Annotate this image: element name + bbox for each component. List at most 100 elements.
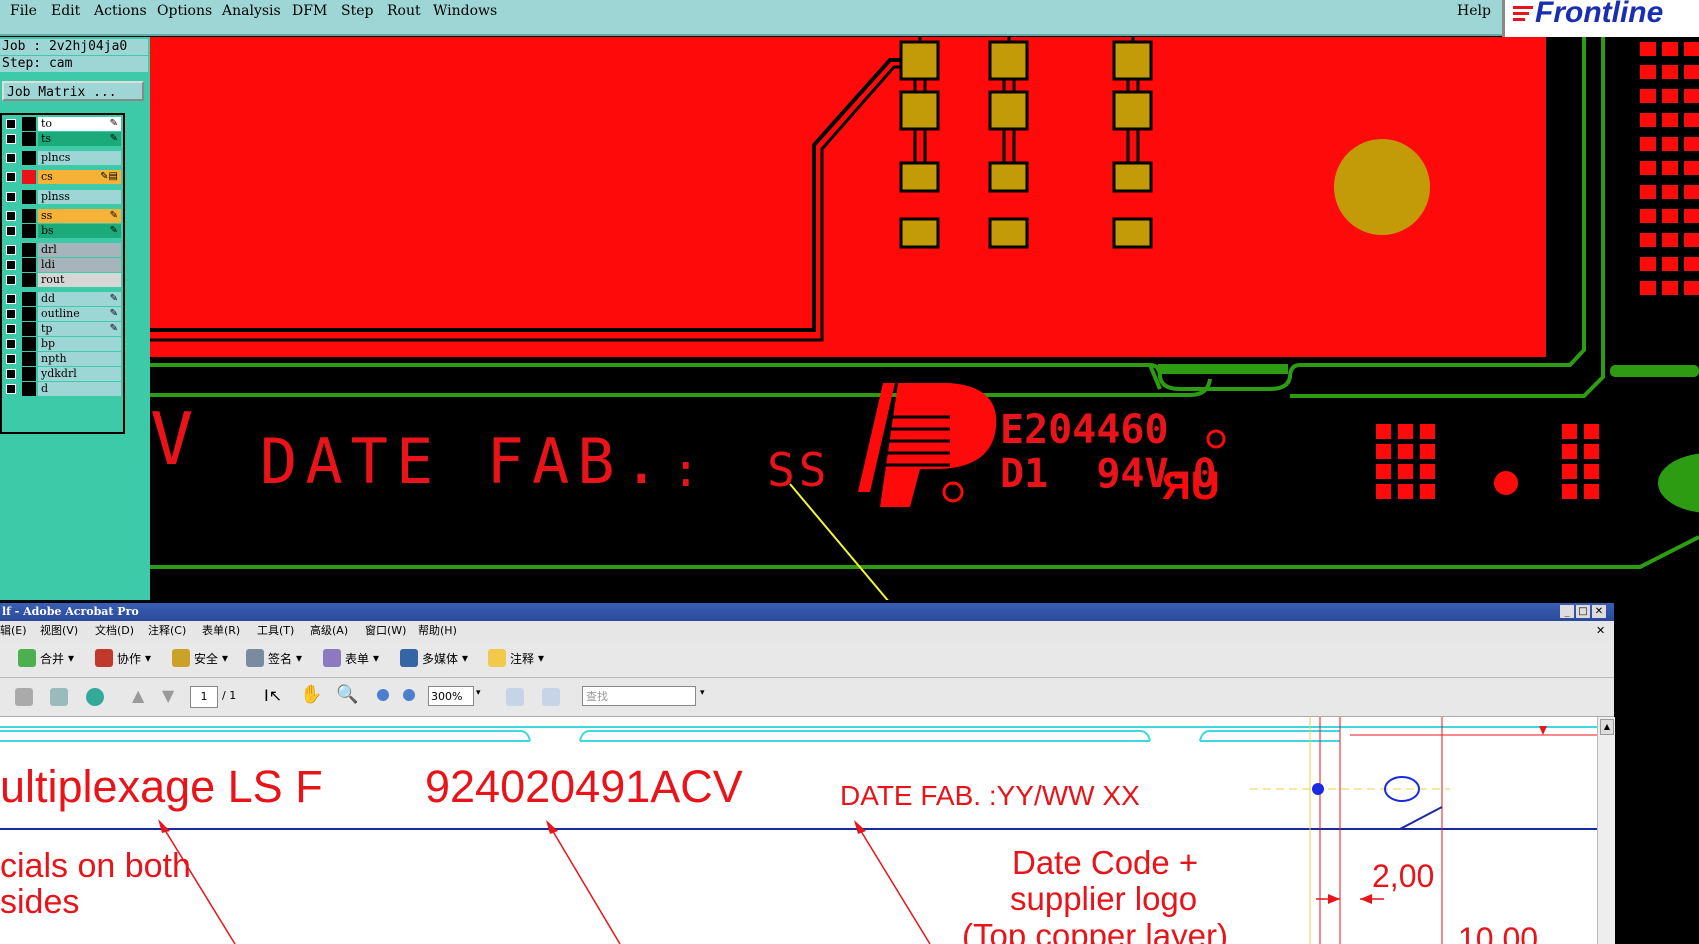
web-icon[interactable] bbox=[86, 688, 104, 706]
layer-checkbox[interactable] bbox=[6, 153, 16, 163]
layer-color-swatch[interactable] bbox=[22, 132, 36, 146]
menu-view-cn[interactable]: 视图(V) bbox=[40, 621, 78, 641]
layer-checkbox[interactable] bbox=[6, 226, 16, 236]
menu-file[interactable]: File bbox=[10, 3, 37, 19]
zoom-out-icon[interactable] bbox=[377, 689, 389, 701]
maximize-button[interactable]: □ bbox=[1576, 605, 1590, 618]
menu-options[interactable]: Options bbox=[157, 3, 212, 19]
layer-color-swatch[interactable] bbox=[22, 151, 36, 165]
layer-color-swatch[interactable] bbox=[22, 117, 36, 131]
layer-color-swatch[interactable] bbox=[22, 322, 36, 336]
layer-checkbox[interactable] bbox=[6, 384, 16, 394]
layer-name[interactable]: ts ✎ bbox=[38, 132, 121, 146]
zoom-tool-icon[interactable]: 🔍 bbox=[336, 684, 358, 705]
layer-name[interactable]: dd ✎ bbox=[38, 292, 121, 306]
find-dropdown-icon[interactable]: ▾ bbox=[700, 688, 705, 698]
menu-edit-cn[interactable]: 辑(E) bbox=[0, 621, 27, 641]
fit-width-icon[interactable] bbox=[506, 688, 524, 706]
layer-color-swatch[interactable] bbox=[22, 243, 36, 257]
layer-row-cs[interactable]: cs ✎▤ bbox=[4, 170, 121, 184]
layer-checkbox[interactable] bbox=[6, 172, 16, 182]
layer-row-bs[interactable]: bs ✎ bbox=[4, 224, 121, 238]
next-page-icon[interactable]: ▼ bbox=[162, 686, 174, 705]
job-matrix-button[interactable]: Job Matrix ... bbox=[2, 81, 144, 101]
layer-name[interactable]: drl bbox=[38, 243, 121, 257]
layer-checkbox[interactable] bbox=[6, 211, 16, 221]
layer-checkbox[interactable] bbox=[6, 119, 16, 129]
layer-row-tp[interactable]: tp ✎ bbox=[4, 322, 121, 336]
layer-name[interactable]: bs ✎ bbox=[38, 224, 121, 238]
layer-row-dd[interactable]: dd ✎ bbox=[4, 292, 121, 306]
pcb-canvas[interactable]: ЯU V DATE FAB. : SS E204460 D1 94V-0 bbox=[150, 37, 1699, 723]
menu-actions[interactable]: Actions bbox=[94, 3, 147, 19]
layer-name[interactable]: ldi bbox=[38, 258, 121, 272]
layer-color-swatch[interactable] bbox=[22, 337, 36, 351]
email-icon[interactable] bbox=[50, 688, 68, 706]
pdf-vertical-scrollbar[interactable]: ▲ bbox=[1597, 717, 1615, 944]
layer-color-swatch[interactable] bbox=[22, 352, 36, 366]
layer-color-swatch[interactable] bbox=[22, 190, 36, 204]
scroll-up-icon[interactable]: ▲ bbox=[1600, 719, 1614, 735]
layer-color-swatch[interactable] bbox=[22, 224, 36, 238]
select-tool-icon[interactable]: I↖ bbox=[264, 686, 282, 705]
layer-name[interactable]: rout bbox=[38, 273, 121, 287]
layer-name[interactable]: plncs bbox=[38, 151, 121, 165]
layer-checkbox[interactable] bbox=[6, 245, 16, 255]
save-icon[interactable] bbox=[15, 688, 33, 706]
layer-color-swatch[interactable] bbox=[22, 258, 36, 272]
sign-button[interactable]: 签名 ▾ bbox=[246, 649, 302, 667]
layer-row-ldi[interactable]: ldi bbox=[4, 258, 121, 272]
menu-windows[interactable]: Windows bbox=[433, 3, 497, 19]
layer-checkbox[interactable] bbox=[6, 354, 16, 364]
forms-button[interactable]: 表单 ▾ bbox=[323, 649, 379, 667]
layer-checkbox[interactable] bbox=[6, 275, 16, 285]
layer-name[interactable]: npth bbox=[38, 352, 121, 366]
menu-rout[interactable]: Rout bbox=[387, 3, 421, 19]
layer-checkbox[interactable] bbox=[6, 294, 16, 304]
menu-window-cn[interactable]: 窗口(W) bbox=[365, 621, 406, 641]
layer-row-npth[interactable]: npth bbox=[4, 352, 121, 366]
layer-row-d[interactable]: d bbox=[4, 382, 121, 396]
doc-close-icon[interactable]: ✕ bbox=[1596, 621, 1605, 641]
menu-help[interactable]: Help bbox=[1457, 3, 1491, 19]
layer-color-swatch[interactable] bbox=[22, 367, 36, 381]
layer-name[interactable]: d bbox=[38, 382, 121, 396]
layer-checkbox[interactable] bbox=[6, 324, 16, 334]
layer-row-outline[interactable]: outline ✎ bbox=[4, 307, 121, 321]
menu-advanced-cn[interactable]: 高级(A) bbox=[310, 621, 348, 641]
menu-comment-cn[interactable]: 注释(C) bbox=[148, 621, 186, 641]
layer-checkbox[interactable] bbox=[6, 134, 16, 144]
menu-dfm[interactable]: DFM bbox=[292, 3, 327, 19]
zoom-level-field[interactable]: 300% bbox=[428, 686, 474, 706]
layer-color-swatch[interactable] bbox=[22, 273, 36, 287]
find-input[interactable]: 查找 bbox=[582, 686, 696, 706]
layer-name[interactable]: plnss bbox=[38, 190, 121, 204]
layer-name[interactable]: tp ✎ bbox=[38, 322, 121, 336]
layer-name[interactable]: cs ✎▤ bbox=[38, 170, 121, 184]
secure-button[interactable]: 安全 ▾ bbox=[172, 649, 228, 667]
fit-page-icon[interactable] bbox=[542, 688, 560, 706]
minimize-button[interactable]: _ bbox=[1560, 605, 1574, 618]
layer-name[interactable]: bp bbox=[38, 337, 121, 351]
prev-page-icon[interactable]: ▲ bbox=[132, 686, 144, 705]
hand-tool-icon[interactable]: ✋ bbox=[300, 684, 322, 705]
layer-row-ydkdrl[interactable]: ydkdrl bbox=[4, 367, 121, 381]
layer-name[interactable]: ss ✎ bbox=[38, 209, 121, 223]
zoom-in-icon[interactable] bbox=[403, 689, 415, 701]
layer-checkbox[interactable] bbox=[6, 339, 16, 349]
layer-row-bp[interactable]: bp bbox=[4, 337, 121, 351]
layer-row-to[interactable]: to ✎ bbox=[4, 117, 121, 131]
menu-analysis[interactable]: Analysis bbox=[222, 3, 281, 19]
layer-row-ts[interactable]: ts ✎ bbox=[4, 132, 121, 146]
layer-color-swatch[interactable] bbox=[22, 170, 36, 184]
menu-document-cn[interactable]: 文档(D) bbox=[95, 621, 134, 641]
layer-row-drl[interactable]: drl bbox=[4, 243, 121, 257]
close-button[interactable]: ✕ bbox=[1592, 605, 1606, 618]
layer-row-plnss[interactable]: plnss bbox=[4, 190, 121, 204]
multimedia-button[interactable]: 多媒体 ▾ bbox=[400, 649, 468, 667]
layer-name[interactable]: ydkdrl bbox=[38, 367, 121, 381]
layer-checkbox[interactable] bbox=[6, 260, 16, 270]
layer-checkbox[interactable] bbox=[6, 369, 16, 379]
layer-color-swatch[interactable] bbox=[22, 292, 36, 306]
layer-color-swatch[interactable] bbox=[22, 382, 36, 396]
